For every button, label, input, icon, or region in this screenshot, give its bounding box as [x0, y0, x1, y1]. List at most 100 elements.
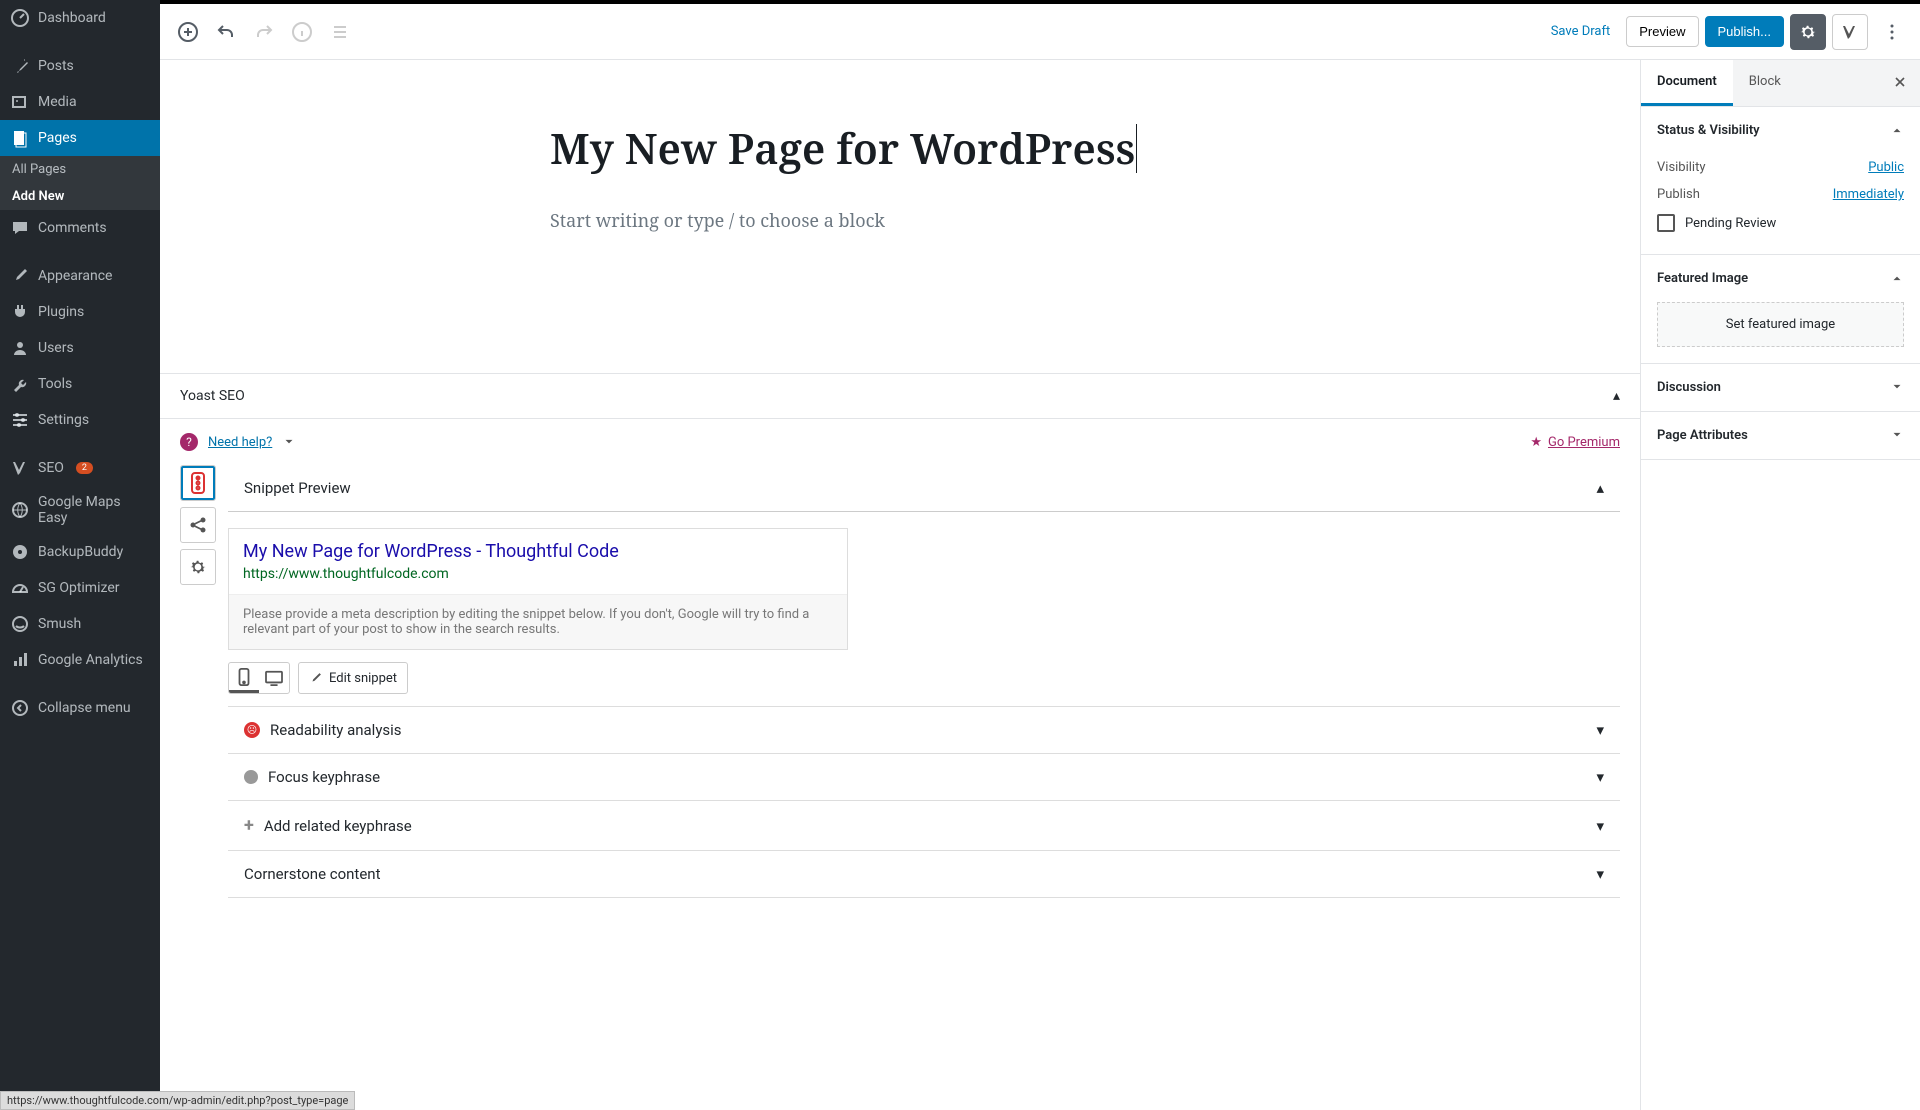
tab-document[interactable]: Document [1641, 60, 1733, 106]
outline-button[interactable] [322, 14, 358, 50]
yoast-panel-header[interactable]: Yoast SEO ▴ [160, 374, 1640, 418]
wrench-icon [10, 374, 30, 394]
menu-gmaps[interactable]: Google Maps Easy [0, 486, 160, 534]
help-icon: ? [180, 433, 198, 451]
focus-keyphrase-row[interactable]: Focus keyphrase ▾ [228, 753, 1620, 800]
info-button[interactable] [284, 14, 320, 50]
featured-image-header[interactable]: Featured Image [1641, 255, 1920, 302]
block-placeholder[interactable]: Start writing or type / to choose a bloc… [550, 209, 1250, 233]
redo-button[interactable] [246, 14, 282, 50]
pending-review-checkbox[interactable] [1657, 214, 1675, 232]
add-related-row[interactable]: + Add related keyphrase ▾ [228, 800, 1620, 850]
yoast-toggle[interactable] [1832, 14, 1868, 50]
menu-plugins[interactable]: Plugins [0, 294, 160, 330]
plus-icon: + [244, 815, 254, 836]
visibility-value[interactable]: Public [1868, 160, 1904, 175]
mobile-preview-button[interactable] [229, 663, 259, 693]
publish-button[interactable]: Publish... [1705, 16, 1784, 47]
snippet-url: https://www.thoughtfulcode.com [243, 566, 833, 582]
snippet-title: My New Page for WordPress - Thoughtful C… [243, 541, 833, 562]
chevron-up-icon: ▴ [1596, 479, 1604, 497]
menu-settings[interactable]: Settings [0, 402, 160, 438]
close-sidebar-button[interactable] [1880, 60, 1920, 106]
desktop-preview-button[interactable] [259, 663, 289, 693]
menu-label: Smush [38, 616, 81, 632]
menu-seo[interactable]: SEO 2 [0, 450, 160, 486]
preview-button[interactable]: Preview [1626, 16, 1698, 47]
menu-label: SG Optimizer [38, 580, 119, 596]
menu-smush[interactable]: Smush [0, 606, 160, 642]
disk-icon [10, 542, 30, 562]
menu-posts[interactable]: Posts [0, 48, 160, 84]
menu-label: Comments [38, 220, 107, 236]
sad-face-icon: ☹ [244, 722, 260, 738]
save-draft-button[interactable]: Save Draft [1541, 16, 1621, 47]
chevron-up-icon [1890, 123, 1904, 138]
snippet-preview-header[interactable]: Snippet Preview ▴ [228, 465, 1620, 512]
visibility-label: Visibility [1657, 160, 1706, 175]
menu-sg[interactable]: SG Optimizer [0, 570, 160, 606]
menu-appearance[interactable]: Appearance [0, 258, 160, 294]
editor-canvas: My New Page for WordPress Start writing … [160, 60, 1640, 1110]
chevron-down-icon: ▾ [1596, 865, 1604, 883]
publish-value[interactable]: Immediately [1833, 187, 1904, 202]
menu-pages[interactable]: Pages [0, 120, 160, 156]
status-visibility-header[interactable]: Status & Visibility [1641, 107, 1920, 154]
menu-media[interactable]: Media [0, 84, 160, 120]
dashboard-icon [10, 8, 30, 28]
document-sidebar: Document Block Status & Visibility Visib… [1640, 60, 1920, 1110]
need-help-link[interactable]: Need help? [208, 435, 272, 450]
user-icon [10, 338, 30, 358]
seo-badge: 2 [76, 462, 93, 474]
menu-label: Dashboard [38, 10, 106, 26]
add-block-button[interactable] [170, 14, 206, 50]
submenu-all-pages[interactable]: All Pages [0, 156, 160, 183]
menu-collapse[interactable]: Collapse menu [0, 690, 160, 726]
undo-button[interactable] [208, 14, 244, 50]
smush-icon [10, 614, 30, 634]
menu-label: Posts [38, 58, 74, 74]
comments-icon [10, 218, 30, 238]
set-featured-image-button[interactable]: Set featured image [1657, 302, 1904, 347]
edit-snippet-button[interactable]: Edit snippet [298, 662, 408, 694]
more-menu-button[interactable] [1874, 14, 1910, 50]
sliders-icon [10, 410, 30, 430]
cornerstone-row[interactable]: Cornerstone content ▾ [228, 850, 1620, 898]
menu-label: Settings [38, 412, 89, 428]
submenu-add-new[interactable]: Add New [0, 183, 160, 210]
plug-icon [10, 302, 30, 322]
menu-dashboard[interactable]: Dashboard [0, 0, 160, 36]
gauge-icon [10, 578, 30, 598]
menu-users[interactable]: Users [0, 330, 160, 366]
menu-tools[interactable]: Tools [0, 366, 160, 402]
menu-label: SEO [38, 460, 64, 476]
pending-review-label: Pending Review [1685, 216, 1776, 231]
menu-label: Pages [38, 130, 77, 146]
discussion-header[interactable]: Discussion [1641, 364, 1920, 411]
globe-icon [10, 500, 30, 520]
page-title-input[interactable]: My New Page for WordPress [550, 120, 1135, 177]
menu-label: Google Analytics [38, 652, 143, 668]
menu-comments[interactable]: Comments [0, 210, 160, 246]
yoast-tab-advanced[interactable] [180, 549, 216, 585]
menu-backupbuddy[interactable]: BackupBuddy [0, 534, 160, 570]
pencil-icon [309, 671, 323, 685]
readability-row[interactable]: ☹ Readability analysis ▾ [228, 706, 1620, 753]
tab-block[interactable]: Block [1733, 60, 1797, 106]
menu-label: Media [38, 94, 77, 110]
status-dot-icon [244, 770, 258, 784]
go-premium-link[interactable]: Go Premium [1548, 435, 1620, 450]
device-toggle [228, 662, 290, 694]
chevron-down-icon: ▾ [1596, 721, 1604, 739]
settings-toggle[interactable] [1790, 14, 1826, 50]
chevron-down-icon[interactable] [282, 435, 296, 449]
yoast-tab-content[interactable] [180, 465, 216, 501]
brush-icon [10, 266, 30, 286]
collapse-icon [10, 698, 30, 718]
menu-ga[interactable]: Google Analytics [0, 642, 160, 678]
page-attributes-header[interactable]: Page Attributes [1641, 412, 1920, 459]
pin-icon [10, 56, 30, 76]
chart-icon [10, 650, 30, 670]
media-icon [10, 92, 30, 112]
yoast-tab-social[interactable] [180, 507, 216, 543]
